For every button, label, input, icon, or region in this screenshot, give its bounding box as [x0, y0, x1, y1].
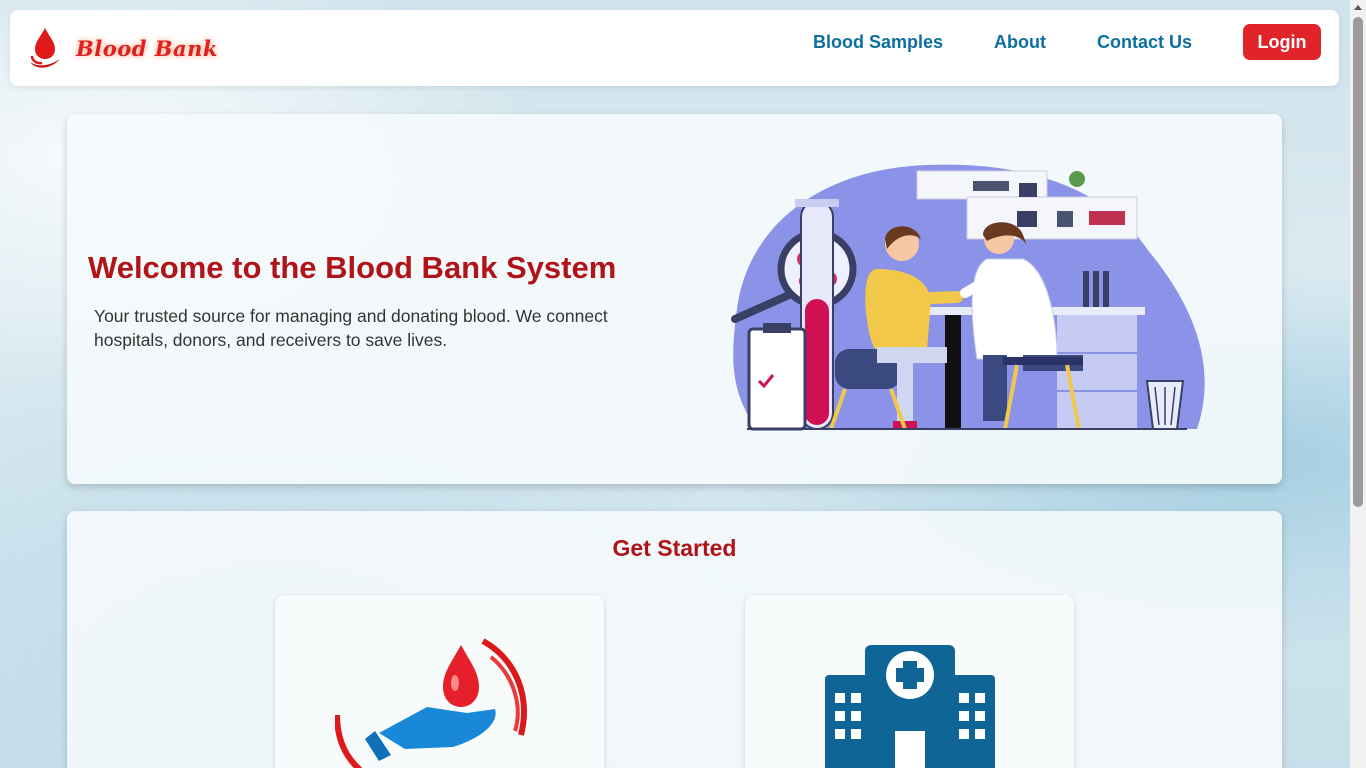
navbar: Blood Bank Blood Samples About Contact U… — [10, 10, 1339, 86]
brand-name: Blood Bank — [76, 35, 218, 61]
nav-links: Blood Samples About Contact Us Login — [813, 24, 1321, 60]
hero-card: Welcome to the Blood Bank System Your tr… — [67, 114, 1282, 484]
hospital-building-icon — [825, 645, 995, 768]
nav-link-about[interactable]: About — [994, 32, 1046, 53]
login-button[interactable]: Login — [1243, 24, 1321, 60]
doctor-drawing-blood-illustration — [731, 164, 1205, 431]
vertical-scrollbar[interactable] — [1350, 0, 1366, 768]
hero-description: Your trusted source for managing and don… — [94, 306, 608, 350]
nav-link-contact-us[interactable]: Contact Us — [1097, 32, 1192, 53]
page: Blood Bank Blood Samples About Contact U… — [0, 0, 1350, 768]
blood-drop-logo-icon — [30, 28, 60, 68]
get-started-title: Get Started — [612, 535, 737, 561]
brand-logo[interactable]: Blood Bank — [28, 20, 218, 76]
donor-option-card[interactable] — [275, 595, 604, 768]
hospital-option-card[interactable] — [745, 595, 1074, 768]
scrollbar-thumb[interactable] — [1353, 17, 1363, 507]
blood-donation-hand-icon — [335, 638, 527, 768]
scroll-up-arrow-icon[interactable] — [1350, 0, 1366, 16]
get-started-section: Get Started — [67, 511, 1282, 768]
nav-link-blood-samples[interactable]: Blood Samples — [813, 32, 943, 53]
hero-title: Welcome to the Blood Bank System — [88, 250, 617, 285]
